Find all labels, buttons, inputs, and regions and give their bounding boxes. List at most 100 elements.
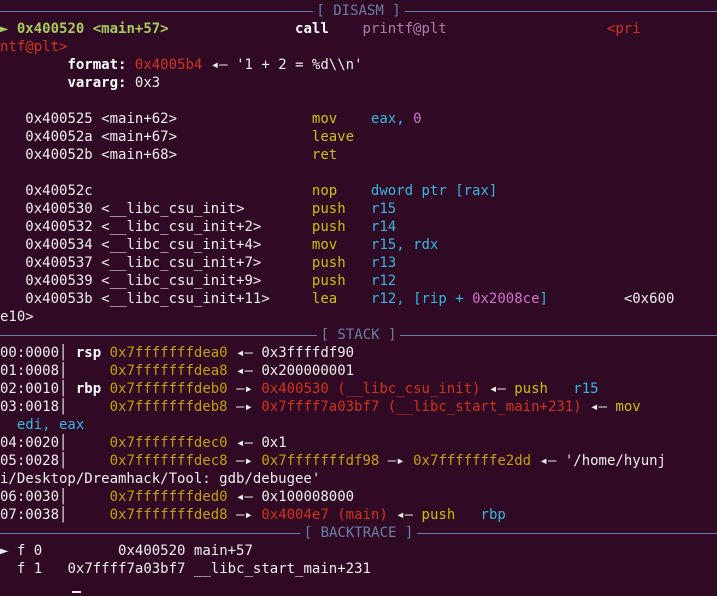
instr-addr: 0x400539 — [25, 273, 93, 289]
disasm-current-row[interactable]: ► 0x400520 <main+57> call printf@plt <pr… — [0, 20, 717, 38]
disasm-title: [ DISASM ] — [312, 2, 405, 20]
disasm-row[interactable]: 0x400532 <__libc_csu_init+2> push r14 — [0, 218, 717, 236]
instr-sym: <__libc_csu_init+11> — [101, 291, 270, 307]
instr-operand: ] — [488, 183, 498, 199]
stack-separator: [ STACK ] — [0, 326, 717, 344]
instr-mnemonic: mov — [311, 111, 338, 127]
instr-sym: <__libc_csu_init+4> — [101, 237, 262, 253]
format-string: '1 + 2 = %d\\n' — [236, 57, 363, 73]
stack-row[interactable]: 01:0008│ 0x7fffffffdea8 ◂— 0x200000001 — [0, 362, 717, 380]
rsp-label: rsp — [75, 345, 102, 361]
backtrace-frame[interactable]: f 1 0x7ffff7a03bf7 __libc_start_main+231 — [0, 560, 717, 578]
arrow-right-icon: —▸ — [236, 453, 253, 469]
lea-target-wrap: e10> — [0, 308, 717, 326]
disasm-row[interactable]: 0x40052b <main+68> ret — [0, 146, 717, 164]
arrow-right-icon: —▸ — [236, 399, 253, 415]
disasm-separator: [ DISASM ] — [0, 2, 717, 20]
format-arrow-icon: ◂— — [210, 57, 228, 73]
arrow-left-icon: ◂— — [236, 435, 253, 451]
disasm-current-row-wrap: ntf@plt> — [0, 38, 717, 56]
disasm-row[interactable]: 0x400525 <main+62> mov eax, 0 — [0, 110, 717, 128]
instr-operand: r13 — [370, 255, 397, 271]
disasm-row[interactable]: 0x400534 <__libc_csu_init+4> mov r15, rd… — [0, 236, 717, 254]
disasm-row[interactable]: 0x40052c nop dword ptr [rax] — [0, 182, 717, 200]
instr-sym: <main+62> — [101, 111, 178, 127]
disasm-row[interactable]: 0x40053b <__libc_csu_init+11> lea r12, [… — [0, 290, 717, 308]
disasm-row[interactable]: 0x400539 <__libc_csu_init+9> push r12 — [0, 272, 717, 290]
arrow-right-icon: —▸ — [236, 381, 253, 397]
current-mnemonic: call — [295, 21, 329, 37]
vararg-label: vararg: — [67, 75, 127, 91]
stack-row-wrap: i/Desktop/Dreamhack/Tool: gdb/debugee' — [0, 471, 321, 487]
instr-operand: r15 — [370, 201, 397, 217]
stack-row[interactable]: 04:0020│ 0x7fffffffdec0 ◂— 0x1 — [0, 434, 717, 452]
stack-row[interactable]: 07:0038│ 0x7fffffffded8 —▸ 0x4004e7 (mai… — [0, 506, 717, 524]
instr-operand: eax, — [370, 111, 414, 127]
instr-addr: 0x400537 — [25, 255, 93, 271]
call-target-part2: ntf@plt> — [0, 39, 68, 55]
text-cursor — [72, 591, 81, 593]
arrow-left-icon: ◂— — [488, 381, 506, 397]
instr-operand: r12, [rip + — [370, 291, 473, 307]
arrow-left-icon: ◂— — [590, 399, 607, 415]
stack-row[interactable]: 00:0000│ rsp 0x7fffffffdea0 ◂— 0x3ffffdf… — [0, 344, 717, 362]
call-target-part1: <pri — [606, 21, 641, 37]
vararg-row: vararg: 0x3 — [0, 74, 717, 92]
arrow-right-icon: —▸ — [236, 507, 253, 523]
instr-sym: <main+67> — [101, 129, 178, 145]
instr-operand: r15, rdx — [370, 237, 439, 253]
format-label: format: — [67, 57, 127, 73]
lea-target-part2: e10> — [0, 309, 34, 325]
format-addr: 0x4005b4 — [134, 57, 203, 73]
instr-operand: rax — [463, 183, 489, 199]
instr-addr: 0x40052b — [25, 147, 93, 163]
instr-operand: 0x2008ce — [472, 291, 540, 307]
instr-operand: 0 — [413, 111, 422, 127]
disasm-rows: 0x400525 <main+62> mov eax, 0 0x40052a <… — [0, 110, 717, 308]
instr-addr: 0x400532 — [25, 219, 93, 235]
instr-mnemonic: push — [311, 273, 346, 289]
instr-mnemonic: nop — [311, 183, 338, 199]
arrow-left-icon: ◂— — [396, 507, 414, 523]
arrow-left-icon: ◂— — [236, 489, 253, 505]
stack-row[interactable]: 02:0010│ rbp 0x7fffffffdeb0 —▸ 0x400530 … — [0, 380, 717, 398]
instr-addr: 0x400534 — [25, 237, 93, 253]
backtrace-frame[interactable]: ► f 0 0x400520 main+57 — [0, 542, 717, 560]
disasm-row[interactable]: 0x400530 <__libc_csu_init> push r15 — [0, 200, 717, 218]
instr-mnemonic: leave — [311, 129, 355, 145]
terminal-window[interactable]: [ DISASM ] ► 0x400520 <main+57> call pri… — [0, 0, 717, 596]
instr-sym: <__libc_csu_init> — [101, 201, 245, 217]
disasm-row[interactable]: 0x400537 <__libc_csu_init+7> push r13 — [0, 254, 717, 272]
instr-sym: <main+68> — [101, 147, 178, 163]
lea-target-part1: <0x600 — [623, 291, 675, 307]
instr-mnemonic: ret — [311, 147, 338, 163]
arrow-left-icon: ◂— — [236, 363, 253, 379]
instr-operand: r12 — [370, 273, 397, 289]
instr-sym: <__libc_csu_init+7> — [101, 255, 262, 271]
instr-mnemonic: mov — [311, 237, 338, 253]
instr-addr: 0x40052a — [25, 129, 93, 145]
backtrace-title: [ BACKTRACE ] — [299, 524, 418, 542]
instr-mnemonic: push — [311, 255, 346, 271]
instr-sym: <__libc_csu_init+9> — [101, 273, 262, 289]
arrow-left-icon: ◂— — [539, 453, 557, 469]
instr-addr: 0x40052c — [25, 183, 93, 199]
instr-mnemonic: push — [311, 201, 346, 217]
instr-addr: 0x400525 — [25, 111, 93, 127]
instr-operand: r14 — [370, 219, 397, 235]
current-operand: printf@plt — [362, 21, 447, 37]
vararg-value: 0x3 — [134, 75, 161, 91]
instr-operand: ] — [539, 291, 548, 307]
instr-sym: <__libc_csu_init+2> — [101, 219, 262, 235]
rbp-label: rbp — [75, 381, 102, 397]
stack-row[interactable]: 03:0018│ 0x7fffffffdeb8 —▸ 0x7ffff7a03bf… — [0, 398, 717, 416]
instr-addr: 0x40053b — [25, 291, 93, 307]
stack-row[interactable]: 05:0028│ 0x7fffffffdec8 —▸ 0x7fffffffdf9… — [0, 452, 717, 470]
disasm-row[interactable]: 0x40052a <main+67> leave — [0, 128, 717, 146]
stack-row-wrap: edi, eax — [16, 417, 85, 433]
stack-row[interactable]: 06:0030│ 0x7fffffffded0 ◂— 0x100008000 — [0, 488, 717, 506]
instr-operand: dword ptr [ — [370, 183, 464, 199]
stack-title: [ STACK ] — [316, 326, 401, 344]
instr-mnemonic: push — [311, 219, 346, 235]
current-sym: <main+57> — [92, 21, 169, 37]
